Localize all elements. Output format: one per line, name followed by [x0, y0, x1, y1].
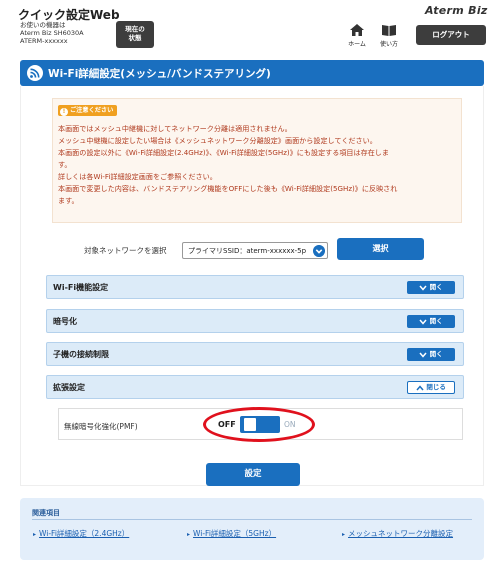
caution-line: 詳しくは各Wi-Fi詳細設定画面をご参照ください。 — [58, 172, 217, 181]
caution-line: メッシュ中継機に設定したい場合は《メッシュネットワーク分離設定》画面から設定して… — [58, 136, 377, 145]
chevron-down-icon — [313, 245, 325, 257]
device-caption: お使いの機器は — [20, 21, 66, 29]
caution-line: 本画面の設定以外に《Wi-Fi詳細設定(2.4GHz)》、《Wi-Fi詳細設定(… — [58, 148, 389, 157]
wifi-icon — [27, 65, 43, 81]
section-client-restriction[interactable]: 子機の接続制限 開く — [46, 342, 464, 366]
status-button-line2: 状態 — [128, 34, 142, 42]
open-button-label: 開く — [429, 283, 443, 291]
caution-badge: ! ご注意ください — [58, 105, 118, 116]
caution-line: す。 — [58, 160, 72, 169]
related-title: 関連項目 — [32, 509, 60, 517]
caution-badge-label: ご注意ください — [70, 107, 114, 114]
close-button-label: 閉じる — [426, 383, 446, 391]
related-link-mesh-isolation[interactable]: ▸ メッシュネットワーク分離設定 — [342, 528, 453, 539]
arrow-right-icon: ▸ — [33, 531, 37, 538]
related-link-wifi-5[interactable]: ▸ Wi-Fi詳細設定（5GHz） — [187, 528, 276, 539]
caution-line: 本画面で変更した内容は、バンドステアリング機能をOFFにした後も《Wi-Fi詳細… — [58, 184, 398, 193]
caution-line: 本画面ではメッシュ中継機に対してネットワーク分離は適用されません。 — [58, 124, 292, 133]
usage-link[interactable]: 使い方 — [378, 23, 400, 48]
section-extended-settings[interactable]: 拡張設定 閉じる — [46, 375, 464, 399]
network-select[interactable]: プライマリSSID：aterm-xxxxxx-5p — [182, 242, 328, 259]
open-button[interactable]: 開く — [407, 315, 455, 328]
arrow-right-icon: ▸ — [187, 531, 191, 538]
network-select-value: プライマリSSID：aterm-xxxxxx-5p — [188, 247, 307, 255]
open-button-label: 開く — [429, 317, 443, 325]
submit-button[interactable]: 設定 — [206, 463, 300, 486]
device-info: お使いの機器は Aterm Biz SH6030A ATERM-xxxxxx — [20, 21, 84, 45]
home-link[interactable]: ホーム — [346, 23, 368, 48]
network-select-label: 対象ネットワークを選択 — [84, 246, 167, 255]
related-link-label: Wi-Fi詳細設定（2.4GHz） — [39, 529, 130, 538]
highlight-ellipse — [203, 407, 315, 442]
device-id: ATERM-xxxxxx — [20, 37, 68, 45]
related-link-wifi-24[interactable]: ▸ Wi-Fi詳細設定（2.4GHz） — [33, 528, 129, 539]
section-label: 暗号化 — [53, 317, 77, 326]
page-title: Wi-Fi詳細設定(メッシュ/バンドステアリング) — [48, 68, 271, 80]
status-button-line1: 現在の — [125, 25, 145, 33]
caution-box: ! ご注意ください 本画面ではメッシュ中継機に対してネットワーク分離は適用されませ… — [52, 98, 462, 223]
home-label: ホーム — [348, 41, 366, 48]
brand-logo: Aterm Biz — [425, 4, 488, 17]
current-status-button[interactable]: 現在の 状態 — [116, 21, 154, 48]
arrow-right-icon: ▸ — [342, 531, 346, 538]
device-model: Aterm Biz SH6030A — [20, 29, 84, 37]
header: クイック設定Web お使いの機器は Aterm Biz SH6030A ATER… — [0, 0, 500, 58]
open-button[interactable]: 開く — [407, 348, 455, 361]
caution-text: 本画面ではメッシュ中継機に対してネットワーク分離は適用されません。 メッシュ中継… — [58, 123, 460, 207]
divider — [32, 519, 472, 520]
chevron-down-icon — [419, 352, 427, 358]
open-button-label: 開く — [429, 350, 443, 358]
pmf-label: 無線暗号化強化(PMF) — [64, 422, 138, 431]
chevron-down-icon — [419, 285, 427, 291]
section-label: Wi-Fi機能設定 — [53, 283, 109, 292]
page-title-bar: Wi-Fi詳細設定(メッシュ/バンドステアリング) — [20, 60, 484, 86]
usage-label: 使い方 — [379, 41, 398, 48]
caution-line: ます。 — [58, 196, 79, 205]
section-label: 子機の接続制限 — [53, 350, 109, 359]
logout-button[interactable]: ログアウト — [416, 25, 486, 45]
select-network-button[interactable]: 選択 — [337, 238, 424, 260]
book-icon — [382, 25, 396, 36]
chevron-up-icon — [416, 384, 424, 390]
close-button[interactable]: 閉じる — [407, 381, 455, 394]
info-icon: ! — [60, 108, 68, 116]
related-link-label: メッシュネットワーク分離設定 — [348, 529, 454, 538]
chevron-down-icon — [419, 319, 427, 325]
home-icon — [350, 24, 364, 36]
section-encryption[interactable]: 暗号化 開く — [46, 309, 464, 333]
open-button[interactable]: 開く — [407, 281, 455, 294]
related-link-label: Wi-Fi詳細設定（5GHz） — [193, 529, 277, 538]
section-wifi-function[interactable]: Wi-Fi機能設定 開く — [46, 275, 464, 299]
section-label: 拡張設定 — [53, 383, 85, 392]
